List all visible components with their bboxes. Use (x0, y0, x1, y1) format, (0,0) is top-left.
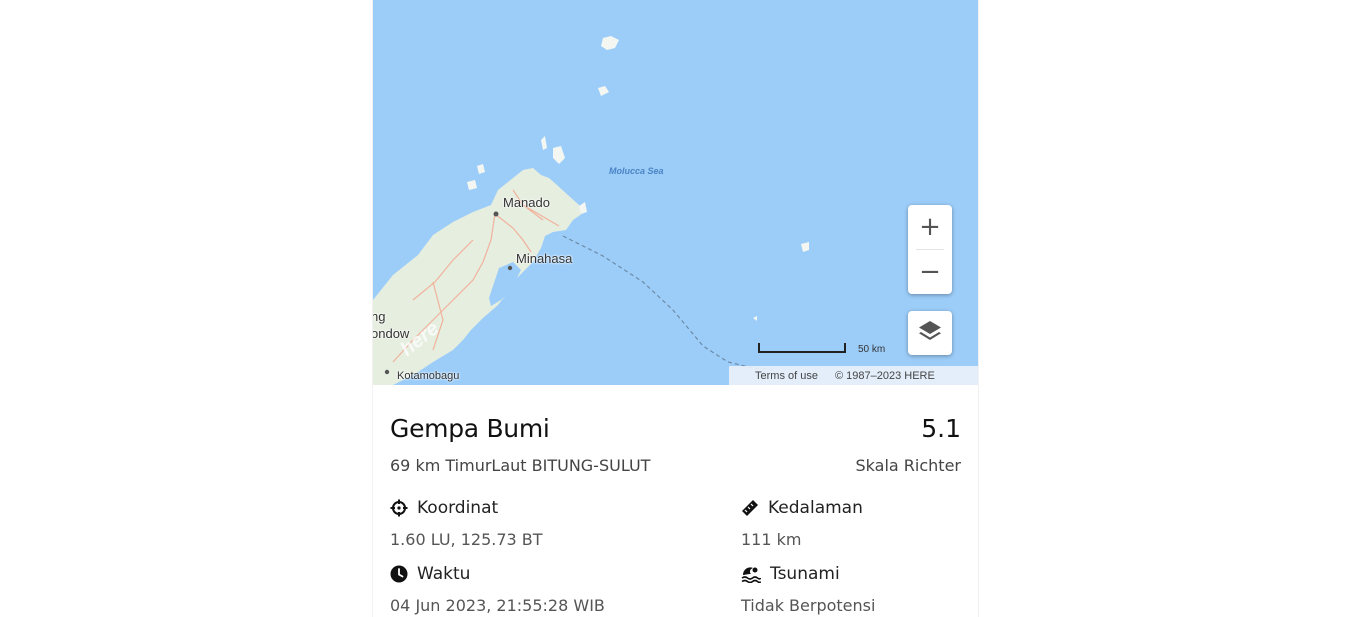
terms-link[interactable]: Terms of use (755, 370, 818, 382)
city-label-minahasa: Minahasa (516, 251, 573, 266)
magnitude-scale: Skala Richter (855, 456, 961, 475)
earthquake-card: Molucca Sea Manado Minahasa ng ondow Kot… (372, 0, 979, 617)
waktu-value: 04 Jun 2023, 21:55:28 WIB (390, 596, 605, 615)
magnitude-value: 5.1 (921, 414, 961, 443)
clock-icon (390, 565, 408, 583)
copyright-text: © 1987–2023 HERE (834, 369, 935, 382)
zoom-out-button[interactable]: − (908, 250, 952, 294)
region-label-bolaang: ng (373, 309, 386, 324)
scale-label: 50 km (858, 344, 886, 355)
tsunami-value: Tidak Berpotensi (741, 596, 876, 615)
kedalaman-label-text: Kedalaman (768, 498, 863, 518)
koordinat-label: Koordinat (390, 498, 498, 518)
crosshair-icon (390, 499, 408, 517)
zoom-control: + − (908, 205, 952, 294)
layers-button[interactable] (908, 311, 952, 355)
city-label-kotamobagu: Kotamobagu (397, 370, 460, 382)
tsunami-label: Tsunami (741, 564, 840, 584)
map-view[interactable]: Molucca Sea Manado Minahasa ng ondow Kot… (373, 0, 978, 385)
koordinat-value: 1.60 LU, 125.73 BT (390, 530, 543, 549)
zoom-in-button[interactable]: + (908, 205, 952, 249)
map-base (373, 36, 809, 385)
layers-icon (917, 318, 943, 348)
koordinat-label-text: Koordinat (417, 498, 499, 518)
event-location: 69 km TimurLaut BITUNG-SULUT (390, 456, 651, 475)
event-title: Gempa Bumi (390, 414, 550, 443)
waktu-label-text: Waktu (417, 564, 471, 584)
city-label-manado: Manado (503, 195, 550, 210)
ruler-icon (741, 499, 759, 517)
kedalaman-label: Kedalaman (741, 498, 863, 518)
tsunami-label-text: Tsunami (770, 564, 840, 584)
waktu-label: Waktu (390, 564, 470, 584)
sea-label: Molucca Sea (609, 166, 664, 176)
kedalaman-value: 111 km (741, 530, 802, 549)
wave-icon (741, 565, 761, 583)
map-attribution: Terms of use © 1987–2023 HERE (729, 366, 978, 385)
scale-bar (758, 343, 846, 353)
